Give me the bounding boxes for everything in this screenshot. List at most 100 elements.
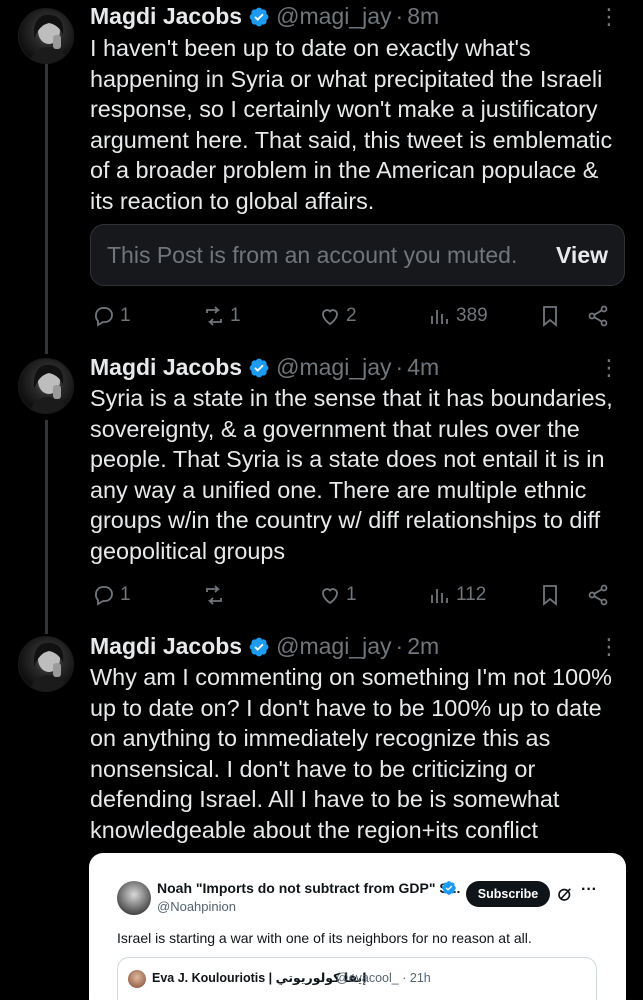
like-count: 2 <box>346 305 357 326</box>
text-line: on anything to immediately recognize thi… <box>90 725 551 751</box>
timestamp[interactable]: 4m <box>407 354 439 381</box>
text-line: I haven't been up to date on exactly wha… <box>90 35 531 61</box>
more-options-icon[interactable]: ⋮ <box>597 357 621 383</box>
repost-icon <box>206 585 222 605</box>
reply-count: 1 <box>120 584 131 605</box>
like-button[interactable]: 1 <box>318 580 357 610</box>
tweet-text: Why am I commenting on something I'm not… <box>90 662 630 845</box>
like-icon <box>322 588 338 605</box>
verified-badge-icon <box>442 881 456 895</box>
nested-quote-avatar <box>128 970 146 988</box>
like-count: 1 <box>346 584 357 605</box>
text-line: Syria is a state in the sense that it ha… <box>90 385 613 411</box>
avatar[interactable] <box>18 358 74 414</box>
bookmark-button[interactable] <box>538 580 562 610</box>
views-icon <box>431 310 448 324</box>
share-icon <box>588 305 608 327</box>
action-bar: 1 1 112 <box>90 580 615 610</box>
author-handle[interactable]: @magi_jay <box>276 633 391 660</box>
text-line: happening in Syria or what precipitated … <box>90 65 603 92</box>
text-line: knowledgeable about the region+its confl… <box>90 816 538 843</box>
tweet-text: I haven't been up to date on exactly wha… <box>90 33 630 216</box>
avatar[interactable] <box>18 636 74 692</box>
author-handle[interactable]: @magi_jay <box>276 3 391 30</box>
muted-notice-text: This Post is from an account you muted. <box>107 241 518 268</box>
text-line: of a broader problem in the American pop… <box>90 157 599 183</box>
text-line: argument here. That said, this tweet is … <box>90 126 613 153</box>
quote-author-name[interactable]: Noah "Imports do not subtract from GDP" … <box>157 880 460 896</box>
share-button[interactable] <box>586 301 610 331</box>
nested-quote-time: 21h <box>409 971 431 985</box>
text-line: geopolitical groups <box>90 537 286 564</box>
text-line: its reaction to global affairs. <box>90 187 375 214</box>
like-icon <box>322 309 338 326</box>
text-line: up to date on? I don't have to be 100% u… <box>90 694 602 721</box>
views-icon <box>431 589 448 603</box>
reply-button[interactable]: 1 <box>92 580 131 610</box>
text-line: response, so I certainly won't make a ju… <box>90 96 598 122</box>
quote-author-handle[interactable]: @Noahpinion <box>157 899 236 914</box>
avatar-portrait-icon <box>29 642 69 691</box>
tweet-2[interactable]: Magdi Jacobs @magi_jay · 4m ⋮ Syria is a… <box>0 352 643 632</box>
avatar[interactable] <box>18 8 74 64</box>
quote-avatar[interactable] <box>117 881 151 915</box>
like-button[interactable]: 2 <box>318 301 357 331</box>
avatar-portrait-icon <box>29 364 69 413</box>
reply-icon <box>95 586 113 606</box>
nested-quote-handle: @evacool_ <box>336 971 399 985</box>
separator-dot: · <box>395 633 404 659</box>
author-name[interactable]: Magdi Jacobs <box>90 633 242 660</box>
views-button[interactable]: 389 <box>428 301 488 331</box>
text-line: defending Israel. All I have to be is so… <box>90 786 560 812</box>
text-line: groups w/in the country w/ diff relation… <box>90 507 601 533</box>
text-line: any way a unified one. There are multipl… <box>90 476 587 503</box>
separator-dot: · <box>395 3 404 29</box>
views-count: 112 <box>456 584 487 605</box>
separator-dot: · <box>402 971 407 985</box>
quoted-post-image[interactable]: Noah "Imports do not subtract from GDP" … <box>89 853 626 1000</box>
text-line: people. That Syria is a state does not e… <box>90 446 605 472</box>
action-bar: 1 1 2 389 <box>90 301 615 331</box>
grok-icon[interactable] <box>556 885 574 903</box>
quote-text: Israel is starting a war with one of its… <box>117 930 532 946</box>
bookmark-button[interactable] <box>538 301 562 331</box>
timestamp[interactable]: 2m <box>407 633 439 660</box>
bookmark-icon <box>543 585 557 606</box>
text-line: Why am I commenting on something I'm not… <box>90 664 612 690</box>
repost-button[interactable]: 1 <box>202 301 241 331</box>
nested-quote[interactable]: Eva J. Koulouriotis | إيفا كولوريوتي @ev… <box>117 957 597 1000</box>
tweet-text: Syria is a state in the sense that it ha… <box>90 383 630 566</box>
repost-button[interactable] <box>202 580 230 610</box>
share-icon <box>588 584 608 606</box>
author-handle[interactable]: @magi_jay <box>276 354 391 381</box>
more-icon[interactable]: ··· <box>581 881 597 899</box>
tweet-header: Magdi Jacobs @magi_jay · 8m <box>90 3 439 30</box>
verified-badge-icon <box>249 637 269 656</box>
verified-badge-icon <box>249 358 269 377</box>
share-button[interactable] <box>586 580 610 610</box>
timestamp[interactable]: 8m <box>407 3 439 30</box>
bookmark-icon <box>543 306 557 327</box>
reply-button[interactable]: 1 <box>92 301 131 331</box>
view-muted-button[interactable]: View <box>556 242 608 269</box>
avatar-portrait-icon <box>29 14 69 63</box>
views-count: 389 <box>456 305 488 326</box>
more-options-icon[interactable]: ⋮ <box>597 636 621 662</box>
separator-dot: · <box>395 354 404 380</box>
verified-badge-icon <box>249 7 269 26</box>
repost-icon <box>206 306 222 326</box>
text-line: sovereignty, & a government that rules o… <box>90 415 580 442</box>
text-line: nonsensical. I don't have to be criticiz… <box>90 755 536 782</box>
reply-count: 1 <box>120 305 131 326</box>
tweet-1[interactable]: Magdi Jacobs @magi_jay · 8m ⋮ I haven't … <box>0 0 643 340</box>
author-name[interactable]: Magdi Jacobs <box>90 354 242 381</box>
author-name[interactable]: Magdi Jacobs <box>90 3 242 30</box>
muted-post-notice: This Post is from an account you muted. … <box>90 224 625 286</box>
subscribe-button[interactable]: Subscribe <box>466 881 550 907</box>
tweet-header: Magdi Jacobs @magi_jay · 2m <box>90 633 439 660</box>
views-button[interactable]: 112 <box>428 580 486 610</box>
tweet-header: Magdi Jacobs @magi_jay · 4m <box>90 354 439 381</box>
nested-quote-author-name: Eva J. Koulouriotis | إيفا كولوريوتي <box>152 971 367 985</box>
more-options-icon[interactable]: ⋮ <box>597 6 621 32</box>
nested-quote-meta: @evacool_ · 21h <box>336 971 431 985</box>
